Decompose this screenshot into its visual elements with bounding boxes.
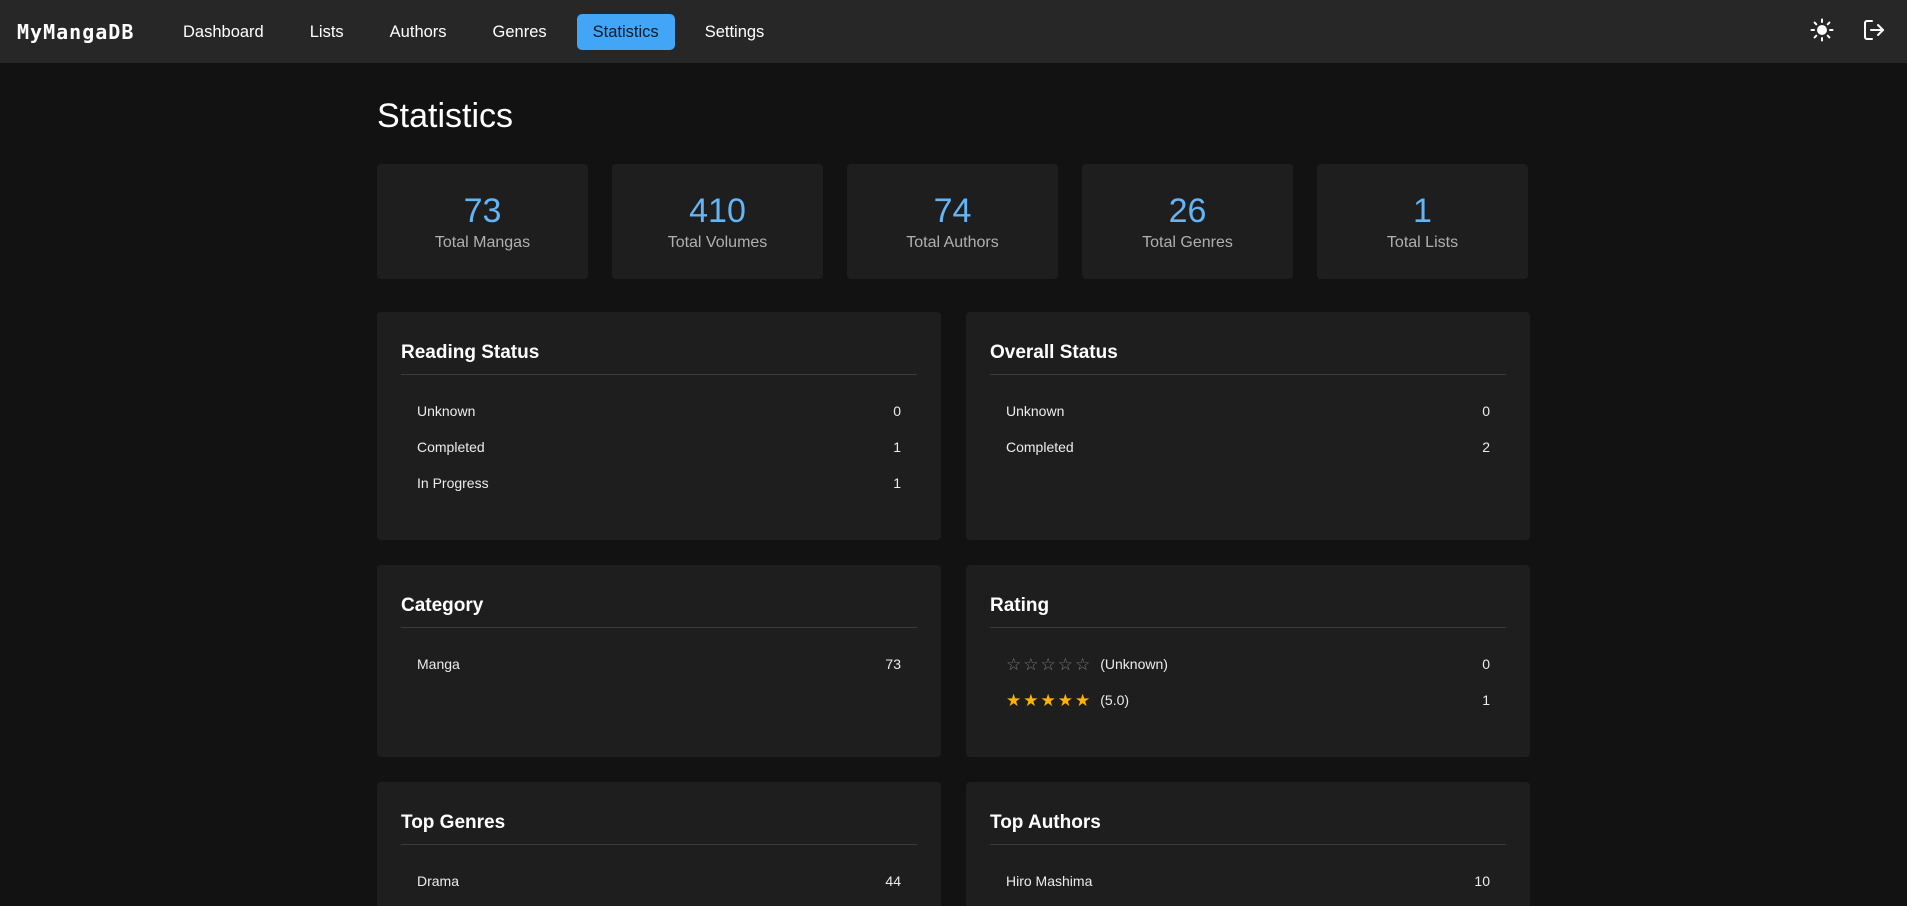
star-filled-icon: ★ (1006, 690, 1022, 710)
panel-title: Reading Status (401, 312, 917, 375)
star-outline-icon: ☆ (1075, 654, 1091, 674)
row-label: Unknown (1006, 403, 1065, 419)
category-panel: Category Manga 73 (377, 565, 941, 757)
summary-label: Total Genres (1142, 233, 1233, 251)
summary-value: 410 (689, 191, 746, 230)
stats-grid: Reading Status Unknown 0 Completed 1 In … (377, 312, 1530, 906)
summary-value: 74 (933, 191, 972, 230)
summary-value: 1 (1413, 191, 1432, 230)
summary-card-mangas: 73 Total Mangas (377, 164, 588, 279)
row-value: 1 (1482, 692, 1490, 708)
summary-cards: 73 Total Mangas 410 Total Volumes 74 Tot… (377, 164, 1530, 279)
list-item: Drama 44 (417, 863, 901, 899)
star-outline-icon: ☆ (1040, 654, 1056, 674)
row-label: Completed (1006, 439, 1074, 455)
panel-title: Top Authors (990, 782, 1506, 845)
list-item: Completed 1 (417, 429, 901, 465)
sun-icon[interactable] (1809, 17, 1835, 43)
row-label: (Unknown) (1100, 656, 1168, 672)
row-value: 44 (885, 873, 901, 889)
row-label: Hiro Mashima (1006, 873, 1093, 889)
summary-card-lists: 1 Total Lists (1317, 164, 1528, 279)
list-item: Completed 2 (1006, 429, 1490, 465)
list-item: Unknown 0 (417, 393, 901, 429)
star-filled-icon: ★ (1023, 690, 1039, 710)
summary-value: 26 (1168, 191, 1207, 230)
summary-label: Total Authors (906, 233, 999, 251)
row-value: 0 (1482, 656, 1490, 672)
main-nav: Dashboard Lists Authors Genres Statistic… (167, 13, 794, 50)
top-genres-panel: Top Genres Drama 44 (377, 782, 941, 906)
row-value: 73 (885, 656, 901, 672)
summary-value: 73 (463, 191, 502, 230)
row-label: (5.0) (1100, 692, 1130, 708)
nav-settings[interactable]: Settings (689, 14, 781, 50)
summary-card-genres: 26 Total Genres (1082, 164, 1293, 279)
list-item: Unknown 0 (1006, 393, 1490, 429)
summary-label: Total Mangas (434, 233, 531, 251)
list-item: Manga 73 (417, 646, 901, 682)
row-value: 0 (1482, 403, 1490, 419)
star-filled-icon: ★ (1075, 690, 1091, 710)
nav-genres[interactable]: Genres (477, 14, 563, 50)
summary-card-authors: 74 Total Authors (847, 164, 1058, 279)
logout-icon[interactable] (1861, 17, 1887, 43)
rating-panel: Rating ☆ ☆ ☆ ☆ ☆ (Unknown) 0 ★ ★ ★ ★ ★ (… (966, 565, 1530, 757)
list-item: In Progress 1 (417, 465, 901, 501)
row-label: Drama (417, 873, 460, 889)
page-title: Statistics (377, 97, 514, 135)
row-label: In Progress (417, 475, 489, 491)
row-value: 1 (893, 439, 901, 455)
star-rating-0: ☆ ☆ ☆ ☆ ☆ (1006, 656, 1090, 673)
panel-title: Rating (990, 565, 1506, 628)
row-label: Manga (417, 656, 460, 672)
list-item: ★ ★ ★ ★ ★ (5.0) 1 (1006, 682, 1490, 718)
row-value: 1 (893, 475, 901, 491)
star-filled-icon: ★ (1057, 690, 1073, 710)
row-value: 10 (1474, 873, 1490, 889)
star-outline-icon: ☆ (1006, 654, 1022, 674)
summary-card-volumes: 410 Total Volumes (612, 164, 823, 279)
top-app-bar: MyMangaDB Dashboard Lists Authors Genres… (0, 0, 1907, 63)
nav-lists[interactable]: Lists (294, 14, 360, 50)
nav-dashboard[interactable]: Dashboard (167, 14, 280, 50)
panel-title: Category (401, 565, 917, 628)
summary-label: Total Lists (1386, 233, 1459, 251)
list-item: ☆ ☆ ☆ ☆ ☆ (Unknown) 0 (1006, 646, 1490, 682)
panel-title: Overall Status (990, 312, 1506, 375)
star-filled-icon: ★ (1040, 690, 1056, 710)
statistics-page: Statistics 73 Total Mangas 410 Total Vol… (377, 63, 1530, 906)
star-outline-icon: ☆ (1057, 654, 1073, 674)
row-label: Unknown (417, 403, 476, 419)
nav-statistics[interactable]: Statistics (576, 13, 675, 50)
top-actions (1809, 17, 1887, 43)
row-value: 2 (1482, 439, 1490, 455)
row-value: 0 (893, 403, 901, 419)
list-item: Hiro Mashima 10 (1006, 863, 1490, 899)
reading-status-panel: Reading Status Unknown 0 Completed 1 In … (377, 312, 941, 540)
top-authors-panel: Top Authors Hiro Mashima 10 (966, 782, 1530, 906)
star-rating-5: ★ ★ ★ ★ ★ (1006, 692, 1090, 709)
star-outline-icon: ☆ (1023, 654, 1039, 674)
app-brand[interactable]: MyMangaDB (17, 20, 164, 44)
row-label: Completed (417, 439, 485, 455)
panel-title: Top Genres (401, 782, 917, 845)
overall-status-panel: Overall Status Unknown 0 Completed 2 (966, 312, 1530, 540)
summary-label: Total Volumes (667, 233, 768, 251)
nav-authors[interactable]: Authors (374, 14, 463, 50)
